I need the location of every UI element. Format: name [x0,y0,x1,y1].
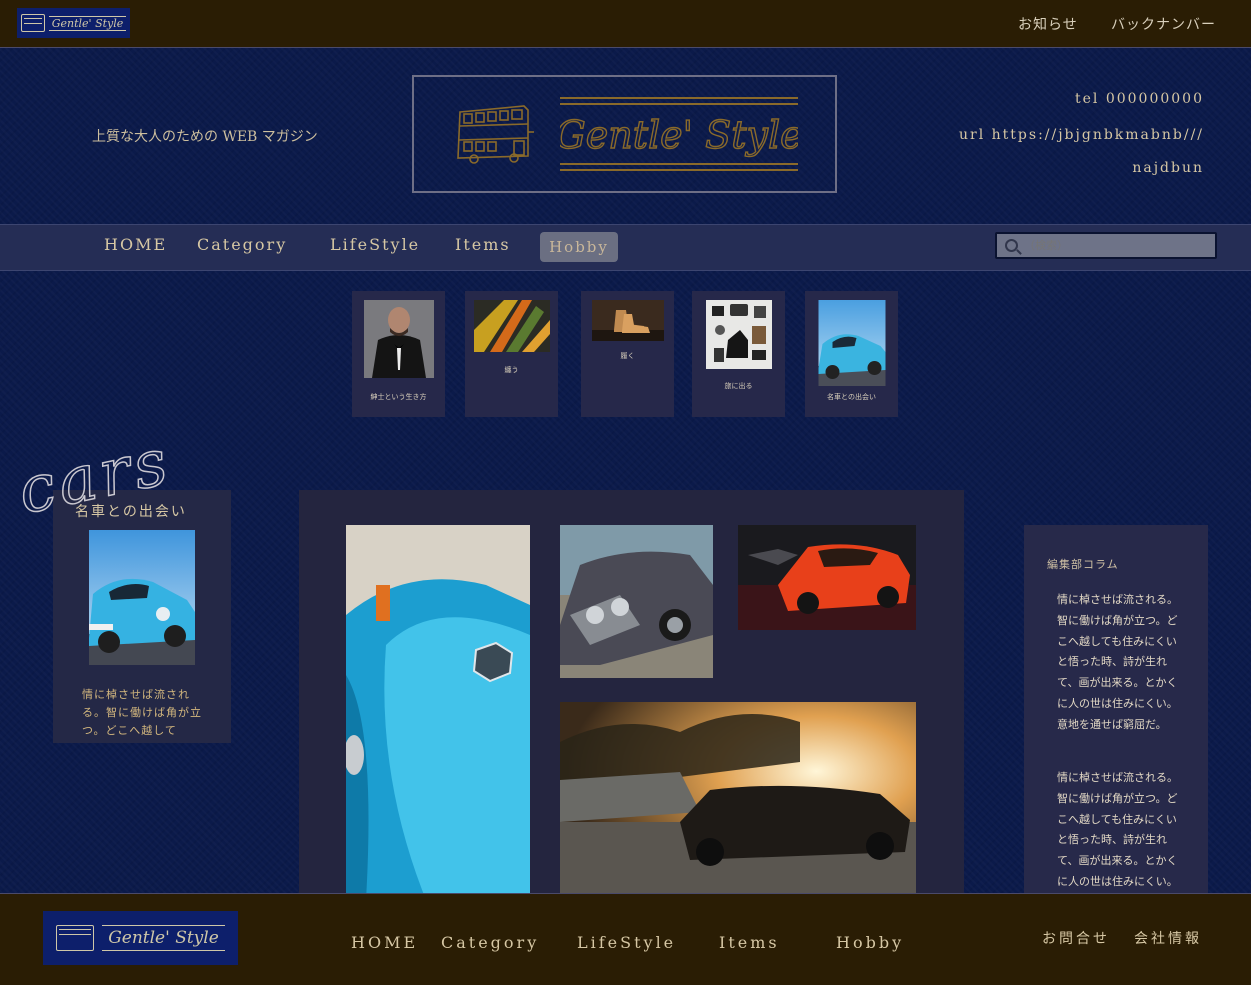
bus-icon [20,14,45,32]
nav-lifestyle[interactable]: LifeStyle [330,235,420,254]
top-logo[interactable]: Gentle' Style [17,8,130,38]
bus-icon [56,925,95,951]
nav-hobby[interactable]: Hobby [540,232,618,262]
footer-nav-hobby[interactable]: Hobby [836,933,904,952]
contact-tel: tel 000000000 [1074,91,1204,107]
contact-name: najdbun [1132,160,1204,176]
category-label: 旅に出る [724,382,753,390]
category-card-travel[interactable]: 旅に出る [692,291,785,417]
column-title: 編集部コラム [1047,558,1119,571]
main-logo-wordmark: Gentle' Style [560,97,798,171]
news-link[interactable]: お知らせ [1018,14,1078,34]
red-camaro-photo[interactable] [738,525,916,630]
main-logo-text: Gentle' Style [560,113,798,157]
blue-car-photo [818,300,885,386]
footer-nav-home[interactable]: HOME [351,933,418,952]
search-input[interactable] [1022,238,1196,253]
footer-nav-lifestyle[interactable]: LifeStyle [577,933,676,952]
nav-home[interactable]: HOME [104,235,167,254]
category-label: 履く [620,352,635,360]
category-card-cars[interactable]: 名車との出会い [805,291,898,417]
footer-nav-items[interactable]: Items [719,933,780,952]
category-card-shoes[interactable]: 履く [581,291,674,417]
photo-gallery [299,490,964,900]
search-icon[interactable] [1005,239,1018,252]
gentleman-photo [363,300,434,378]
double-decker-bus-icon [457,105,534,164]
category-label: 纏う [504,366,519,374]
category-label: 紳士という生き方 [370,393,427,401]
company-info-link[interactable]: 会社情報 [1134,928,1202,948]
contact-link[interactable]: お問合せ [1042,928,1110,948]
vintage-car-photo[interactable] [560,525,713,678]
feature-excerpt: 情に棹させば流される。智に働けば角が立つ。どこへ越して [82,688,202,737]
mg-blue-car-photo[interactable] [346,525,530,900]
category-card-gentleman[interactable]: 紳士という生き方 [352,291,445,417]
category-card-wear[interactable]: 纏う [465,291,558,417]
boots-photo [591,300,664,341]
ties-photo [473,300,550,352]
top-logo-text: Gentle' Style [48,15,127,31]
nav-category[interactable]: Category [197,235,287,254]
footer-logo[interactable]: Gentle' Style [43,911,238,965]
column-paragraph: 情に棹させば流される。智に働けば角が立つ。どこへ越しても住みにくいと悟った時、詩… [1057,771,1178,888]
footer-logo-text: Gentle' Style [102,925,225,951]
column-paragraph: 情に棹させば流される。智に働けば角が立つ。どこへ越しても住みにくいと悟った時、詩… [1057,593,1178,731]
travel-items-photo [705,300,772,369]
feature-title: 名車との出会い [75,504,187,520]
back-number-link[interactable]: バックナンバー [1111,14,1216,34]
feature-car-photo [89,530,195,665]
contact-url: url https://jbjgnbkmabnb/// [959,127,1204,143]
tagline: 上質な大人のための WEB マガジン [92,129,318,145]
search-box[interactable] [995,232,1217,259]
category-label: 名車との出会い [827,393,876,401]
sunset-car-photo[interactable] [560,702,916,900]
footer-nav-category[interactable]: Category [441,933,539,952]
nav-items[interactable]: Items [455,235,511,254]
